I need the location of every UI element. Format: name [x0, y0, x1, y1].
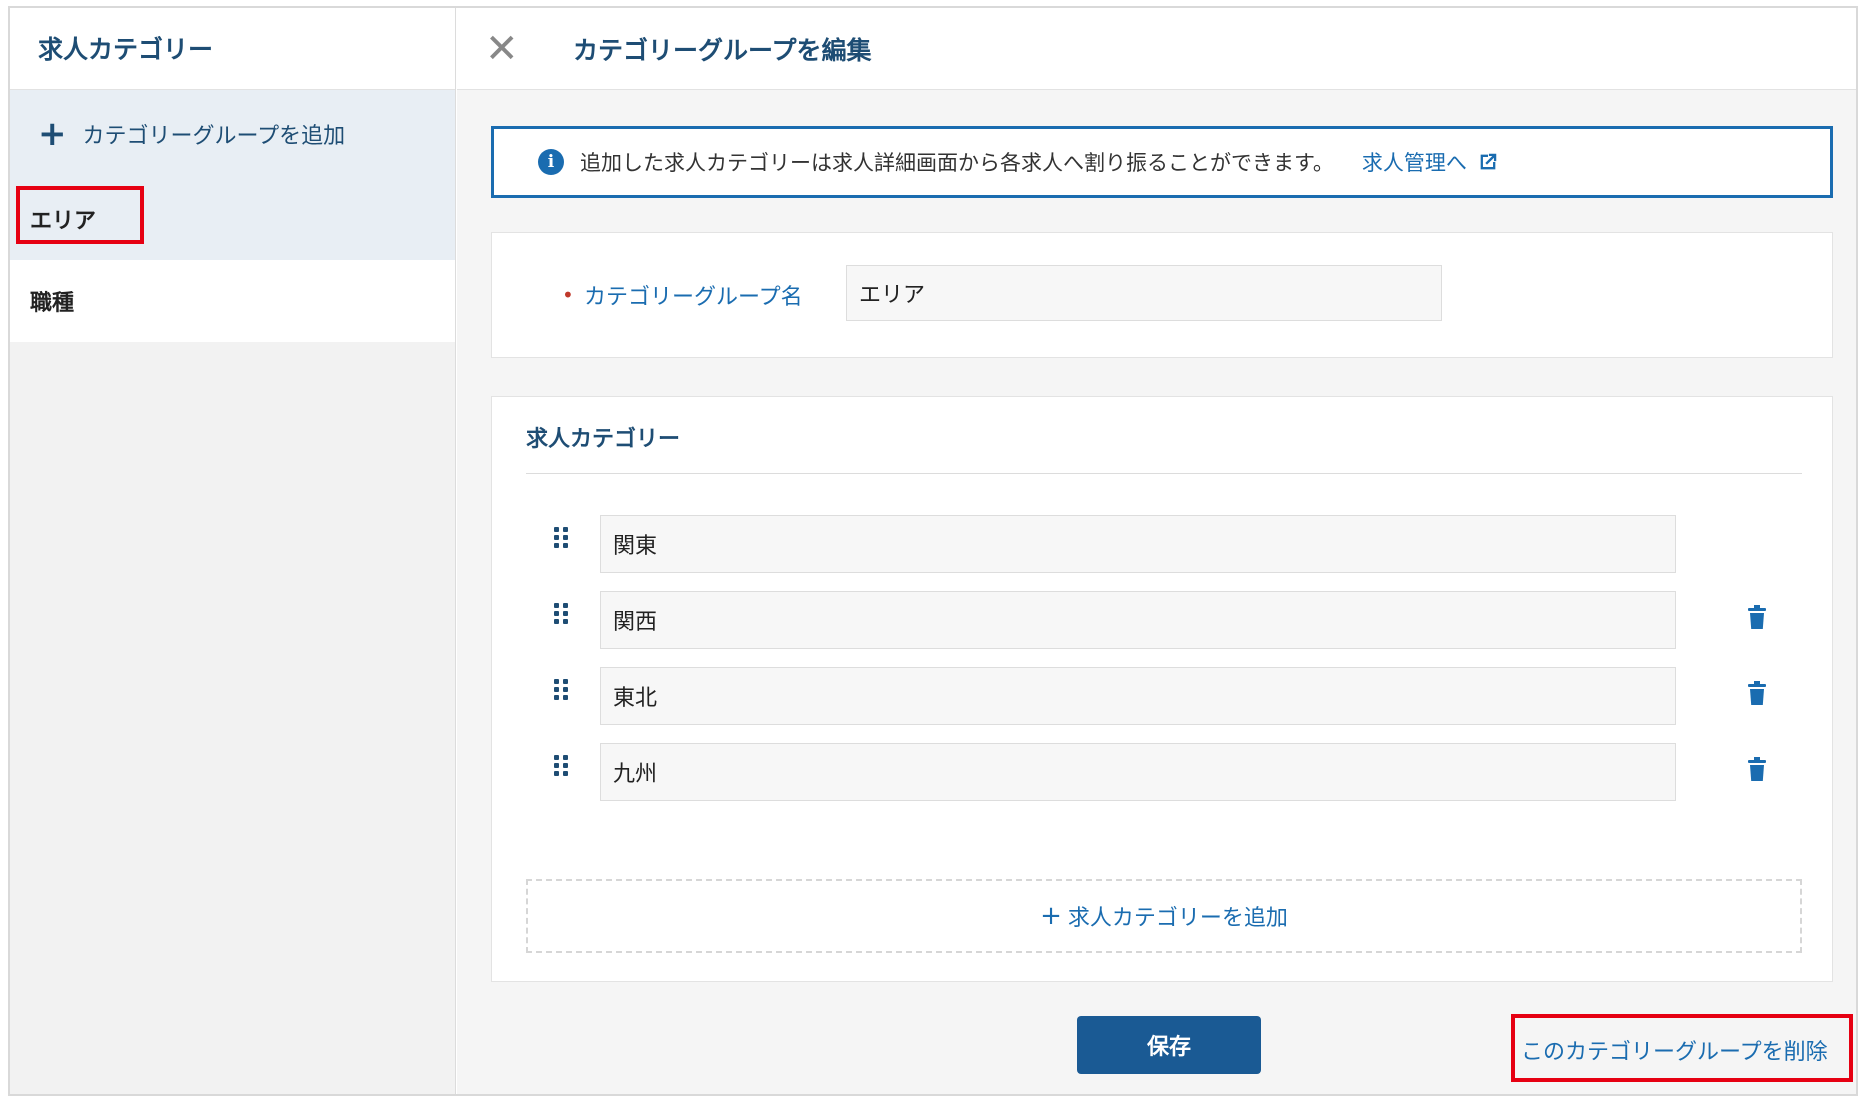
- info-icon: i: [538, 149, 564, 175]
- trash-icon[interactable]: [1748, 681, 1766, 705]
- category-input[interactable]: [600, 591, 1676, 649]
- required-marker: •: [562, 283, 574, 307]
- add-category-button[interactable]: + 求人カテゴリーを追加: [526, 879, 1802, 953]
- group-name-card: • カテゴリーグループ名: [491, 232, 1833, 358]
- external-link-icon: [1480, 153, 1497, 170]
- add-group-label: カテゴリーグループを追加: [82, 124, 346, 149]
- category-row: [492, 591, 1832, 649]
- drag-handle-icon[interactable]: [554, 679, 570, 703]
- sidebar-item-label: 職種: [30, 291, 75, 316]
- info-banner: i 追加した求人カテゴリーは求人詳細画面から各求人へ割り振ることができます。 求…: [491, 126, 1833, 198]
- category-row: [492, 667, 1832, 725]
- drag-handle-icon[interactable]: [554, 603, 570, 627]
- group-name-label: カテゴリーグループ名: [584, 285, 803, 310]
- job-management-link-label: 求人管理へ: [1361, 151, 1467, 175]
- drag-handle-icon[interactable]: [554, 527, 570, 551]
- page-title: カテゴリーグループを編集: [573, 35, 872, 65]
- highlight-box: [1511, 1014, 1853, 1082]
- divider: [526, 473, 1802, 474]
- sidebar-item-job-type[interactable]: 職種: [10, 260, 455, 342]
- trash-icon[interactable]: [1748, 757, 1766, 781]
- group-name-input[interactable]: [846, 265, 1442, 321]
- category-input[interactable]: [600, 515, 1676, 573]
- category-section-title: 求人カテゴリー: [526, 427, 681, 452]
- category-input[interactable]: [600, 743, 1676, 801]
- info-text: 追加した求人カテゴリーは求人詳細画面から各求人へ割り振ることができます。: [580, 151, 1334, 175]
- main-header: ✕ カテゴリーグループを編集: [457, 8, 1856, 90]
- close-icon[interactable]: ✕: [485, 29, 525, 69]
- sidebar: 求人カテゴリー + カテゴリーグループを追加 エリア 職種: [10, 8, 456, 1094]
- category-card: 求人カテゴリー 関東 関西 東北 九州 + 求人カテゴリーを追加: [491, 396, 1833, 982]
- category-input[interactable]: [600, 667, 1676, 725]
- category-row: [492, 515, 1832, 573]
- add-group-button[interactable]: + カテゴリーグループを追加: [10, 90, 455, 178]
- category-row: [492, 743, 1832, 801]
- job-management-link[interactable]: 求人管理へ: [1362, 147, 1499, 177]
- sidebar-title: 求人カテゴリー: [38, 35, 214, 64]
- plus-icon: +: [1040, 901, 1062, 931]
- sidebar-header: 求人カテゴリー: [10, 8, 455, 90]
- drag-handle-icon[interactable]: [554, 755, 570, 779]
- add-category-label: 求人カテゴリーを追加: [1067, 906, 1288, 931]
- save-button[interactable]: 保存: [1077, 1016, 1261, 1074]
- main-panel: ✕ カテゴリーグループを編集 i 追加した求人カテゴリーは求人詳細画面から各求人…: [457, 8, 1856, 1094]
- highlight-box: [16, 186, 144, 244]
- plus-icon: +: [38, 114, 67, 154]
- app-frame: 求人カテゴリー + カテゴリーグループを追加 エリア 職種 ✕ カテゴリーグルー…: [8, 6, 1858, 1096]
- trash-icon[interactable]: [1748, 605, 1766, 629]
